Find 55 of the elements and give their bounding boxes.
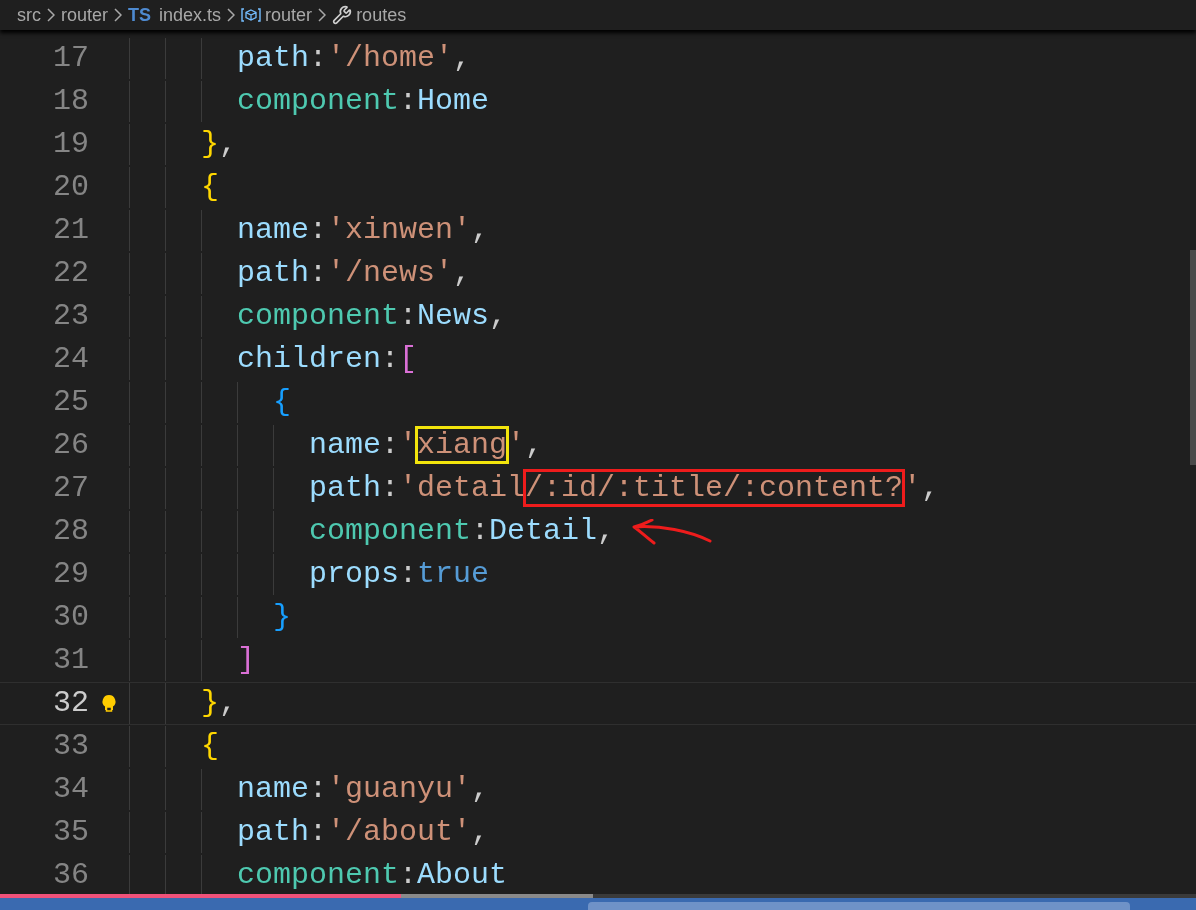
video-progress-track[interactable] <box>0 894 1196 898</box>
chevron-right-icon <box>47 8 55 22</box>
breadcrumb-item[interactable]: index.ts <box>159 1 222 29</box>
code-line: name:'guanyu', <box>237 771 490 808</box>
breadcrumb-item[interactable]: router <box>265 1 313 29</box>
code-line: component:News, <box>237 298 508 335</box>
line-number: 25 <box>52 384 89 421</box>
line-number: 26 <box>52 427 89 464</box>
line-number: 23 <box>52 298 89 335</box>
line-number: 34 <box>52 771 89 808</box>
code-line: }, <box>201 685 238 722</box>
code-line: { <box>201 728 219 765</box>
breadcrumb-item[interactable]: src <box>17 1 41 29</box>
line-number: 36 <box>52 857 89 894</box>
code-line: component:Home <box>237 83 490 120</box>
code-line: { <box>201 169 219 206</box>
code-line: path:'/home', <box>237 40 472 77</box>
line-number: 29 <box>52 556 89 593</box>
code-line: { <box>273 384 291 421</box>
line-number: 18 <box>52 83 89 120</box>
line-number: 33 <box>52 728 89 765</box>
chevron-right-icon <box>114 8 123 22</box>
code-line: }, <box>201 126 238 163</box>
wrench-icon <box>332 5 353 25</box>
line-number: 19 <box>52 126 89 163</box>
chevron-right-icon <box>227 8 236 22</box>
line-number: 17 <box>52 40 89 77</box>
line-number: 22 <box>52 255 89 292</box>
line-number: 28 <box>52 513 89 550</box>
code-line: path:'detail/:id/:title/:content?', <box>309 470 940 507</box>
breadcrumb-item[interactable]: routes <box>356 1 407 29</box>
code-line: props:true <box>309 556 490 593</box>
code-line: path:'/about', <box>237 814 490 851</box>
line-number: 35 <box>52 814 89 851</box>
line-number: 32 <box>52 685 89 722</box>
code-line: component:Detail, <box>309 513 616 550</box>
line-number: 31 <box>52 642 89 679</box>
line-number: 24 <box>52 341 89 378</box>
line-number: 30 <box>52 599 89 636</box>
chevron-right-icon <box>318 8 327 22</box>
code-line: ] <box>237 642 255 679</box>
code-line: } <box>273 599 291 636</box>
file-type-label: TS <box>128 3 152 27</box>
lightbulb-icon[interactable] <box>101 693 117 714</box>
line-number: 20 <box>52 169 89 206</box>
scrollbar-thumb[interactable] <box>1190 250 1196 465</box>
cube-icon <box>241 7 262 23</box>
code-line: name:'xiang', <box>309 427 544 464</box>
line-number: 27 <box>52 470 89 507</box>
code-line: children:[ <box>237 341 418 378</box>
code-line: path:'/news', <box>237 255 472 292</box>
line-number: 21 <box>52 212 89 249</box>
breadcrumb-item[interactable]: router <box>61 1 109 29</box>
code-line: component:About <box>237 857 508 894</box>
code-line: name:'xinwen', <box>237 212 490 249</box>
